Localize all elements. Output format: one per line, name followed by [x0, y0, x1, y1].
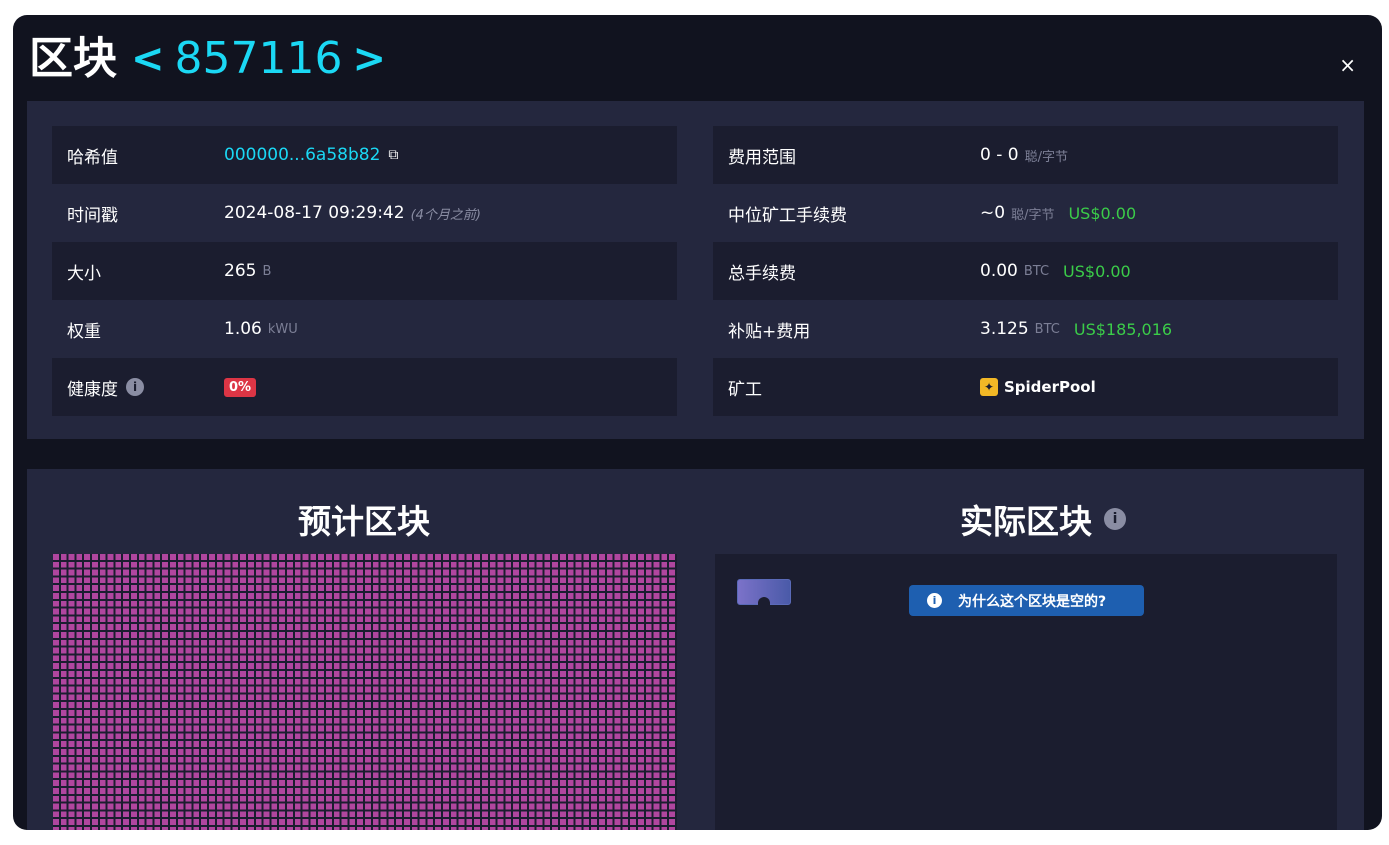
health-label: 健康度 [67, 379, 118, 400]
subsidy-label: 补贴+费用 [728, 321, 811, 342]
size-value: 265 [224, 261, 257, 281]
detail-row-size: 大小 265 B [52, 242, 677, 300]
detail-row-timestamp: 时间戳 2024-08-17 09:29:42 (4个月之前) [52, 184, 677, 242]
block-visualization: 预计区块 实际区块 i i 为什么这个区块是空的? [27, 469, 1364, 830]
subsidy-usd: US$185,016 [1073, 319, 1173, 339]
copy-icon[interactable]: ⧉ [388, 147, 398, 163]
title-label: 区块 [29, 33, 117, 84]
close-button[interactable]: × [1339, 55, 1356, 75]
miner-name[interactable]: SpiderPool [1004, 378, 1096, 396]
miner-label: 矿工 [728, 379, 762, 400]
detail-row-subsidy: 补贴+费用 3.125 BTC US$185,016 [713, 300, 1338, 358]
projected-block-title: 预计区块 [298, 502, 430, 541]
detail-row-hash: 哈希值 000000...6a58b82 ⧉ [52, 126, 677, 184]
fee-span-unit: 聪/字节 [1024, 149, 1068, 165]
block-height: 857116 [174, 33, 343, 84]
median-fee-label: 中位矿工手续费 [728, 205, 847, 226]
weight-unit: kWU [267, 321, 298, 337]
details-right-column: 费用范围 0 - 0 聪/字节 中位矿工手续费 ~0 聪/字节 US$0.00 … [713, 126, 1338, 416]
projected-block-grid[interactable] [53, 554, 677, 830]
detail-row-median-fee: 中位矿工手续费 ~0 聪/字节 US$0.00 [713, 184, 1338, 242]
health-badge: 0% [224, 377, 257, 397]
spiderpool-logo-icon: ✦ [980, 378, 998, 396]
fee-span-label: 费用范围 [728, 147, 796, 168]
miner-link[interactable]: ✦ SpiderPool [980, 378, 1096, 396]
info-icon[interactable]: i [126, 378, 144, 396]
detail-row-miner: 矿工 ✦ SpiderPool [713, 358, 1338, 416]
total-fees-value: 0.00 [980, 261, 1018, 281]
prev-block-button[interactable]: < [131, 33, 165, 85]
detail-row-total-fees: 总手续费 0.00 BTC US$0.00 [713, 242, 1338, 300]
actual-block-title: 实际区块 i [960, 495, 1126, 543]
subsidy-value: 3.125 [980, 319, 1029, 339]
fee-span-value: 0 - 0 [980, 145, 1019, 165]
hash-label: 哈希值 [67, 147, 118, 168]
total-fees-usd: US$0.00 [1063, 261, 1131, 281]
median-fee-unit: 聪/字节 [1011, 207, 1055, 223]
detail-row-weight: 权重 1.06 kWU [52, 300, 677, 358]
weight-value: 1.06 [224, 319, 262, 339]
details-left-column: 哈希值 000000...6a58b82 ⧉ 时间戳 2024-08-17 09… [52, 126, 677, 416]
block-modal: 区块 < 857116 > × 哈希值 000000...6a58b82 ⧉ 时… [13, 15, 1382, 830]
size-unit: B [262, 263, 272, 279]
info-icon[interactable]: i [1104, 508, 1126, 530]
coinbase-tx-square[interactable] [737, 579, 791, 605]
info-icon: i [927, 593, 942, 608]
why-empty-button[interactable]: i 为什么这个区块是空的? [909, 585, 1144, 616]
timestamp-label: 时间戳 [67, 205, 118, 226]
next-block-button[interactable]: > [352, 33, 386, 85]
detail-row-fee-span: 费用范围 0 - 0 聪/字节 [713, 126, 1338, 184]
subsidy-unit: BTC [1034, 321, 1060, 337]
detail-row-health: 健康度 i 0% [52, 358, 677, 416]
median-fee-value: ~0 [980, 203, 1006, 223]
actual-block-grid: i 为什么这个区块是空的? [715, 554, 1337, 830]
median-fee-usd: US$0.00 [1068, 203, 1137, 223]
modal-header: 区块 < 857116 > × [13, 15, 1382, 101]
why-empty-label: 为什么这个区块是空的? [958, 593, 1107, 610]
block-details: 哈希值 000000...6a58b82 ⧉ 时间戳 2024-08-17 09… [27, 101, 1364, 439]
page-title: 区块 < 857116 > [29, 33, 392, 85]
actual-block-title-text: 实际区块 [960, 502, 1092, 541]
size-label: 大小 [67, 263, 101, 284]
weight-label: 权重 [67, 321, 101, 342]
total-fees-unit: BTC [1023, 263, 1050, 279]
hash-link[interactable]: 000000...6a58b82 [224, 145, 380, 165]
total-fees-label: 总手续费 [728, 263, 796, 284]
timestamp-ago: (4个月之前) [410, 207, 481, 223]
timestamp-value: 2024-08-17 09:29:42 [224, 203, 405, 223]
